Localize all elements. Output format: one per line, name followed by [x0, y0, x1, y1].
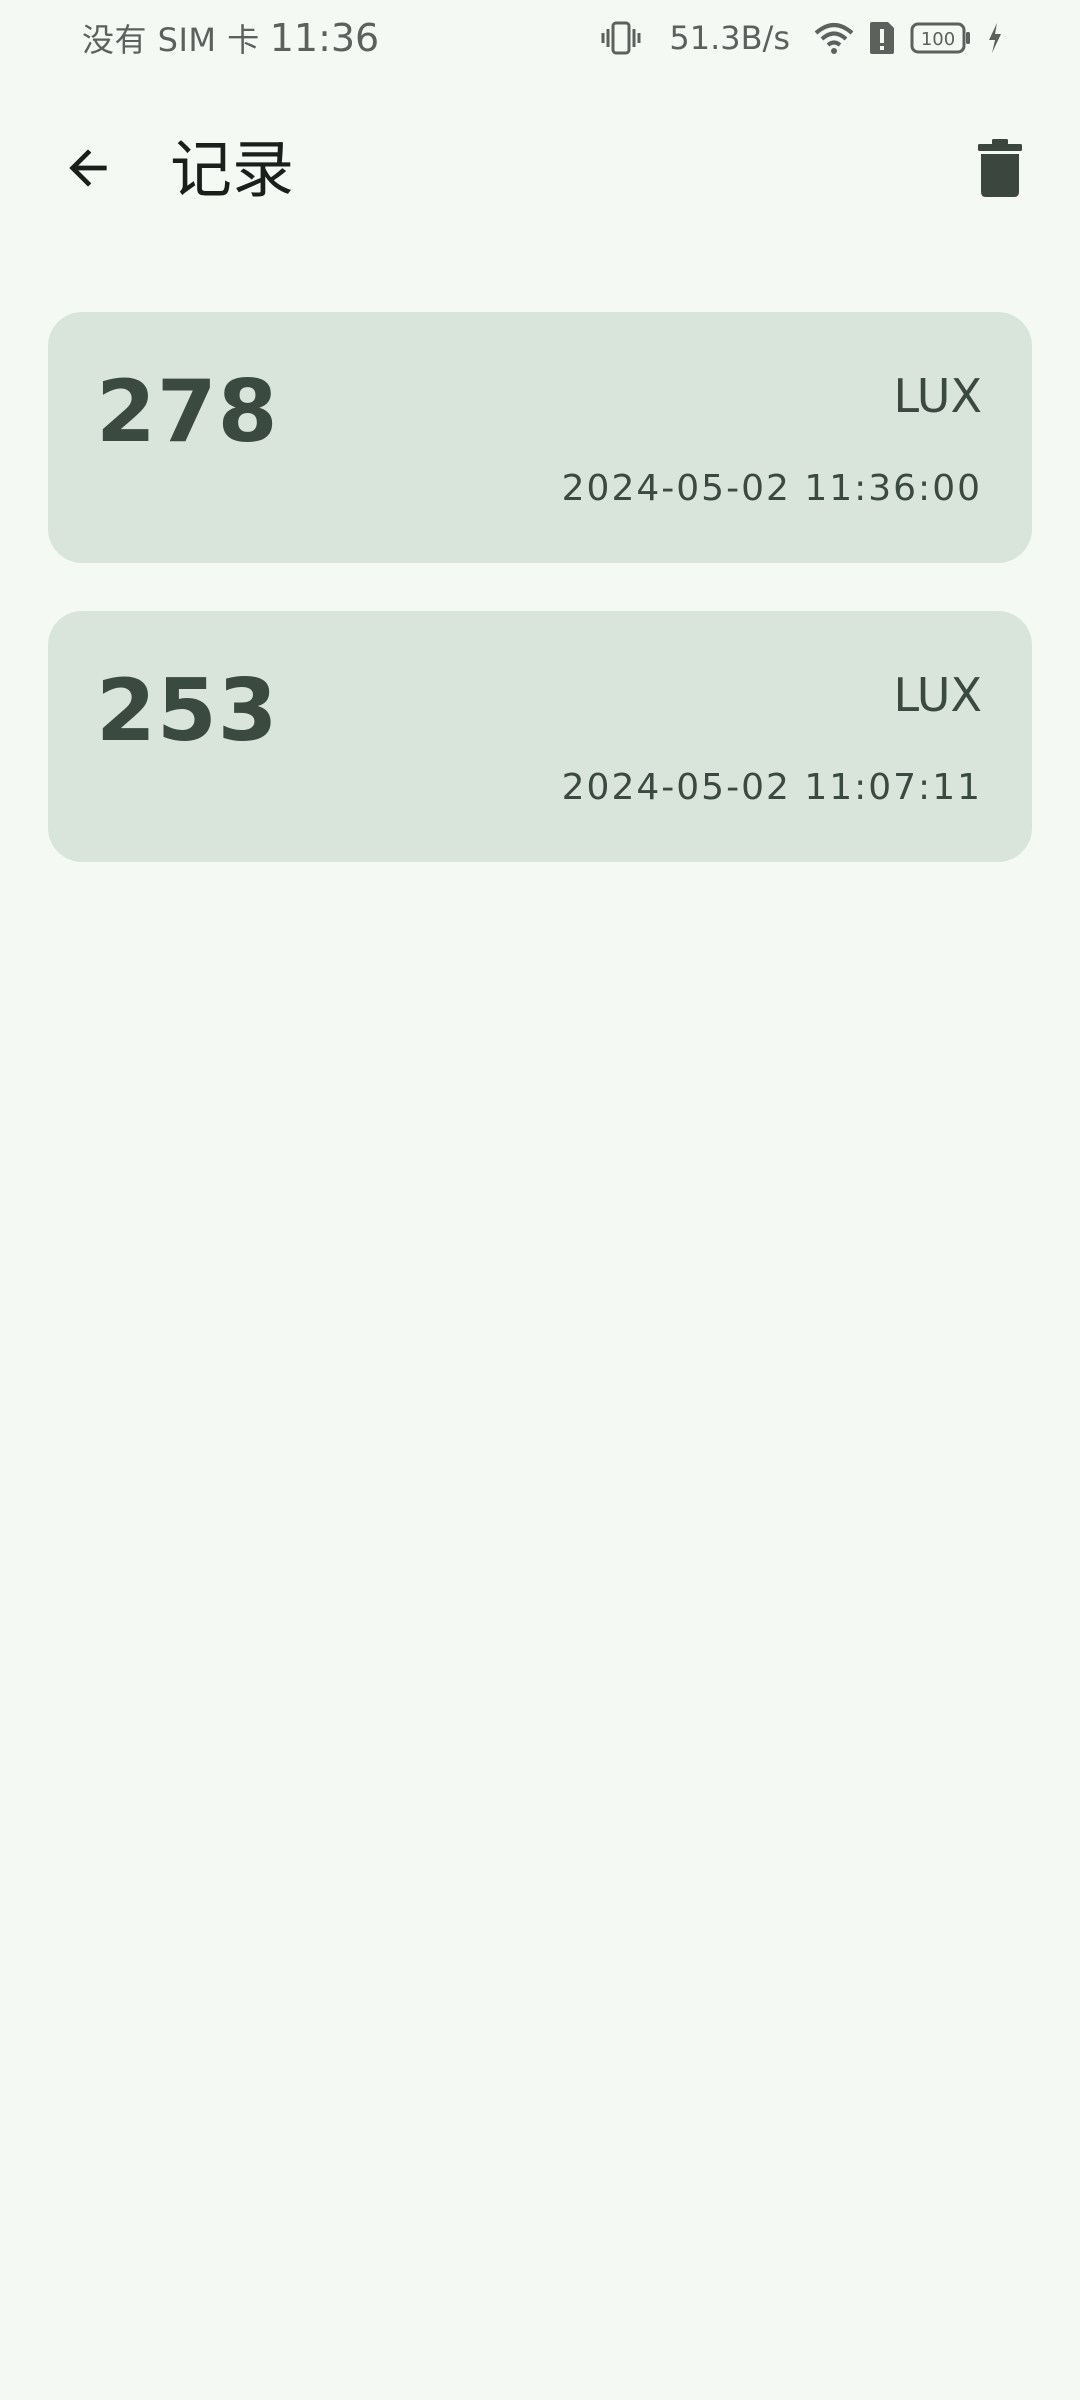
carrier-label: 没有 SIM 卡	[82, 21, 260, 59]
record-timestamp: 2024-05-02 11:07:11	[561, 767, 982, 808]
vibrate-icon	[601, 21, 641, 55]
trash-icon	[976, 138, 1024, 202]
page-title: 记录	[170, 133, 295, 206]
records-list: 278 LUX 2024-05-02 11:36:00 253 LUX 2024…	[48, 312, 1032, 910]
record-card[interactable]: 278 LUX 2024-05-02 11:36:00	[48, 312, 1032, 563]
back-button[interactable]	[54, 136, 122, 204]
unit-label: LUX	[893, 668, 982, 722]
status-bar: 没有 SIM 卡 11:36 51.3B/s 100	[0, 0, 1080, 76]
status-right: 51.3B/s 100	[601, 14, 1004, 62]
record-timestamp: 2024-05-02 11:36:00	[561, 468, 982, 509]
wifi-icon	[814, 21, 854, 55]
lux-value: 278	[96, 362, 279, 462]
network-speed: 51.3B/s	[669, 19, 790, 57]
arrow-back-icon	[60, 140, 116, 200]
status-left: 没有 SIM 卡 11:36	[82, 14, 379, 62]
charging-icon	[986, 21, 1004, 55]
battery-level: 100	[921, 29, 955, 50]
battery-icon: 100	[910, 21, 972, 55]
unit-label: LUX	[893, 369, 982, 423]
delete-all-button[interactable]	[964, 134, 1036, 206]
app-bar: 记录	[0, 110, 1080, 230]
record-card[interactable]: 253 LUX 2024-05-02 11:07:11	[48, 611, 1032, 862]
lux-value: 253	[96, 661, 279, 761]
sim-alert-icon	[868, 20, 896, 56]
status-time: 11:36	[269, 16, 380, 60]
